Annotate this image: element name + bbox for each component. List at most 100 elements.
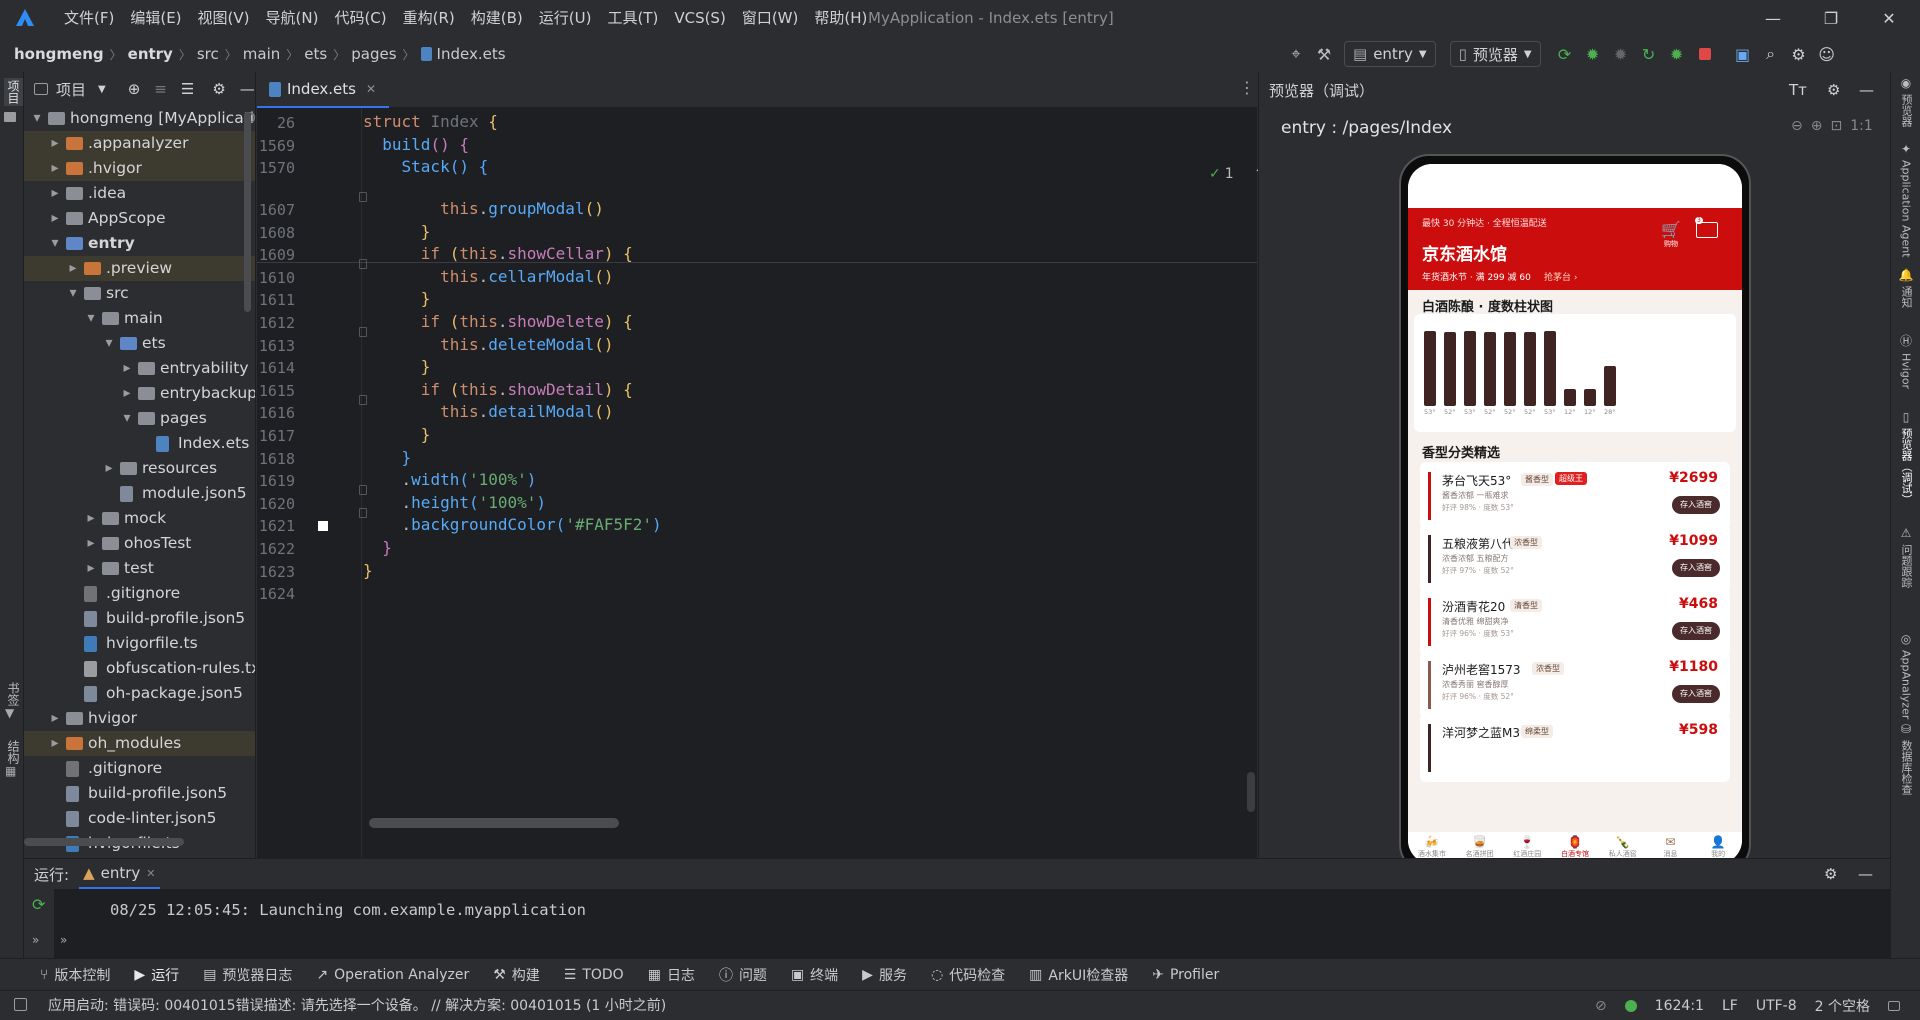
chevron-right-icon[interactable]: ▸ xyxy=(48,131,62,156)
fold-marker-icon[interactable] xyxy=(359,327,367,338)
code-line[interactable]: } xyxy=(363,425,431,444)
breadcrumb-item[interactable]: src xyxy=(197,45,219,63)
profile-icon[interactable]: ✹ xyxy=(1663,40,1691,68)
right-tool-button[interactable]: ◉ 预览器 xyxy=(1896,76,1916,127)
promo-link[interactable]: 抢茅台 › xyxy=(1544,270,1577,283)
sticky-code-line[interactable]: build() { xyxy=(363,135,469,154)
code-line[interactable]: } xyxy=(363,357,431,376)
settings-icon[interactable]: ⚙ xyxy=(1824,865,1837,883)
tree-item[interactable]: ▸ ohosTest xyxy=(24,531,255,556)
add-to-cellar-button[interactable]: 存入酒窖 xyxy=(1672,685,1720,703)
settings-icon[interactable]: ⚙ xyxy=(1785,40,1813,68)
hide-panel-icon[interactable]: — xyxy=(1858,865,1873,883)
tree-item[interactable]: ▸ mock xyxy=(24,506,255,531)
project-view-select[interactable]: 项目 xyxy=(56,79,86,100)
code-line[interactable]: } xyxy=(363,561,373,580)
minimize-button[interactable]: — xyxy=(1750,0,1796,36)
chevron-right-icon[interactable]: ▸ xyxy=(120,381,134,406)
tool-tab[interactable]: ▤ 预览器日志 xyxy=(203,965,292,985)
locate-icon[interactable]: ⊕ xyxy=(128,80,141,98)
account-icon[interactable]: ☺ xyxy=(1813,40,1841,68)
code-line[interactable]: if (this.showDelete) { xyxy=(363,312,633,331)
hide-panel-icon[interactable]: — xyxy=(1859,81,1874,99)
chevron-right-icon[interactable]: ▸ xyxy=(84,531,98,556)
message-button[interactable]: 3 xyxy=(1695,217,1718,238)
menu-item[interactable]: 帮助(H) xyxy=(806,0,875,36)
close-tab-icon[interactable]: ✕ xyxy=(366,82,376,96)
hide-panel-icon[interactable]: — xyxy=(240,80,255,98)
indent-setting[interactable]: 2 个空格 xyxy=(1815,996,1870,1016)
code-line[interactable]: } xyxy=(363,222,431,241)
tool-tab[interactable]: ↗ Operation Analyzer xyxy=(316,967,469,983)
tool-tab[interactable]: ▦ 日志 xyxy=(648,965,695,985)
run-config-select[interactable]: ▤ entry ▼ xyxy=(1344,41,1436,67)
chevron-right-icon[interactable]: ▸ xyxy=(120,356,134,381)
tree-item[interactable]: ▸ hvigor xyxy=(24,706,255,731)
right-tool-button[interactable]: ✦ Application Agent xyxy=(1896,142,1916,258)
project-tree-scrollbar[interactable] xyxy=(24,838,184,846)
menu-item[interactable]: VCS(S) xyxy=(666,0,733,36)
product-card[interactable]: 洋河梦之蓝M3 绵柔型 ¥598 xyxy=(1420,714,1730,782)
close-window-button[interactable]: ✕ xyxy=(1866,0,1912,36)
maximize-button[interactable]: ❐ xyxy=(1808,0,1854,36)
fold-marker-icon[interactable] xyxy=(359,395,367,405)
menu-item[interactable]: 导航(N) xyxy=(258,0,327,36)
bookmark-marker-icon[interactable] xyxy=(318,521,328,532)
sticky-code-line[interactable]: struct Index { xyxy=(363,112,498,131)
tree-item[interactable]: module.json5 xyxy=(24,481,255,506)
tool-tab[interactable]: ◌ 代码检查 xyxy=(931,965,1005,985)
sticky-code-line[interactable]: Stack() { xyxy=(363,157,489,176)
tree-item[interactable]: ▸ test xyxy=(24,556,255,581)
tree-item[interactable]: ▾hongmeng [MyApplication]D: xyxy=(24,106,255,131)
fold-marker-icon[interactable] xyxy=(359,191,367,202)
right-tool-button[interactable]: Ⓗ Hvigor xyxy=(1896,332,1916,389)
fit-screen-icon[interactable]: ⊡ xyxy=(1830,118,1842,134)
panel-toggle-icon[interactable] xyxy=(14,998,27,1011)
breadcrumb-item[interactable]: ets xyxy=(304,45,327,63)
breadcrumb-item[interactable]: main xyxy=(243,45,280,63)
zoom-out-icon[interactable]: ⊖ xyxy=(1791,118,1803,134)
menu-item[interactable]: 视图(V) xyxy=(190,0,258,36)
code-line[interactable]: .width('100%') xyxy=(363,470,537,489)
run-console[interactable]: 08/25 12:05:45: Launching com.example.my… xyxy=(54,889,1890,959)
expand-icon[interactable]: » xyxy=(60,933,67,947)
collapse-all-icon[interactable]: ≡ xyxy=(154,80,167,98)
tree-item[interactable]: .gitignore xyxy=(24,581,255,606)
menu-item[interactable]: 重构(R) xyxy=(395,0,463,36)
code-line[interactable]: this.detailModal() xyxy=(363,402,613,421)
status-message[interactable]: 应用启动: 错误码: 00401015错误描述: 请先选择一个设备。 // 解决… xyxy=(48,991,666,1020)
code-line[interactable]: this.cellarModal() xyxy=(363,267,613,286)
fold-marker-icon[interactable] xyxy=(359,259,367,270)
product-card[interactable]: 五粮液第八代 浓香型 浓香浓郁 五粮配方 好评 97% · 度数 52° ¥1099 存入… xyxy=(1420,525,1730,593)
expand-icon[interactable]: » xyxy=(32,933,39,947)
chevron-down-icon[interactable]: ▾ xyxy=(66,281,80,306)
tree-item[interactable]: hvigorfile.ts xyxy=(24,631,255,656)
stop-icon[interactable] xyxy=(1691,40,1719,68)
device-manager-icon[interactable]: ▣ xyxy=(1729,40,1757,68)
menu-item[interactable]: 编辑(E) xyxy=(122,0,189,36)
attach-debugger-icon[interactable]: ✹ xyxy=(1607,40,1635,68)
hammer-icon[interactable]: ⚒ xyxy=(1310,40,1338,68)
chevron-down-icon[interactable]: ▾ xyxy=(30,106,44,131)
menu-item[interactable]: 运行(U) xyxy=(531,0,600,36)
cart-button[interactable]: 🛒 购物 xyxy=(1660,220,1682,249)
expand-all-icon[interactable]: ☰ xyxy=(181,80,194,98)
breadcrumb-item[interactable]: Index.ets xyxy=(437,45,506,63)
chevron-right-icon[interactable]: ▸ xyxy=(102,456,116,481)
chevron-right-icon[interactable]: ▸ xyxy=(48,156,62,181)
tool-tab[interactable]: ▶ 服务 xyxy=(862,965,907,985)
editor-vscrollbar[interactable] xyxy=(1247,772,1255,812)
run-tab-entry[interactable]: ▲ entry ✕ xyxy=(79,859,160,889)
more-options-icon[interactable]: ⋮ xyxy=(1239,78,1255,97)
code-line[interactable]: .backgroundColor('#FAF5F2') xyxy=(363,515,662,534)
target-icon[interactable]: ⌖ xyxy=(1282,40,1310,68)
close-tab-icon[interactable]: ✕ xyxy=(146,867,155,880)
tree-item[interactable]: ▾ pages xyxy=(24,406,255,431)
tree-item[interactable]: ▸ entrybackupabil xyxy=(24,381,255,406)
chevron-right-icon[interactable]: ▸ xyxy=(48,731,62,756)
tree-item[interactable]: ▸ AppScope xyxy=(24,206,255,231)
tree-item[interactable]: ▾ main xyxy=(24,306,255,331)
code-line[interactable]: } xyxy=(363,289,431,308)
menu-item[interactable]: 代码(C) xyxy=(326,0,394,36)
add-to-cellar-button[interactable]: 存入酒窖 xyxy=(1672,559,1720,577)
